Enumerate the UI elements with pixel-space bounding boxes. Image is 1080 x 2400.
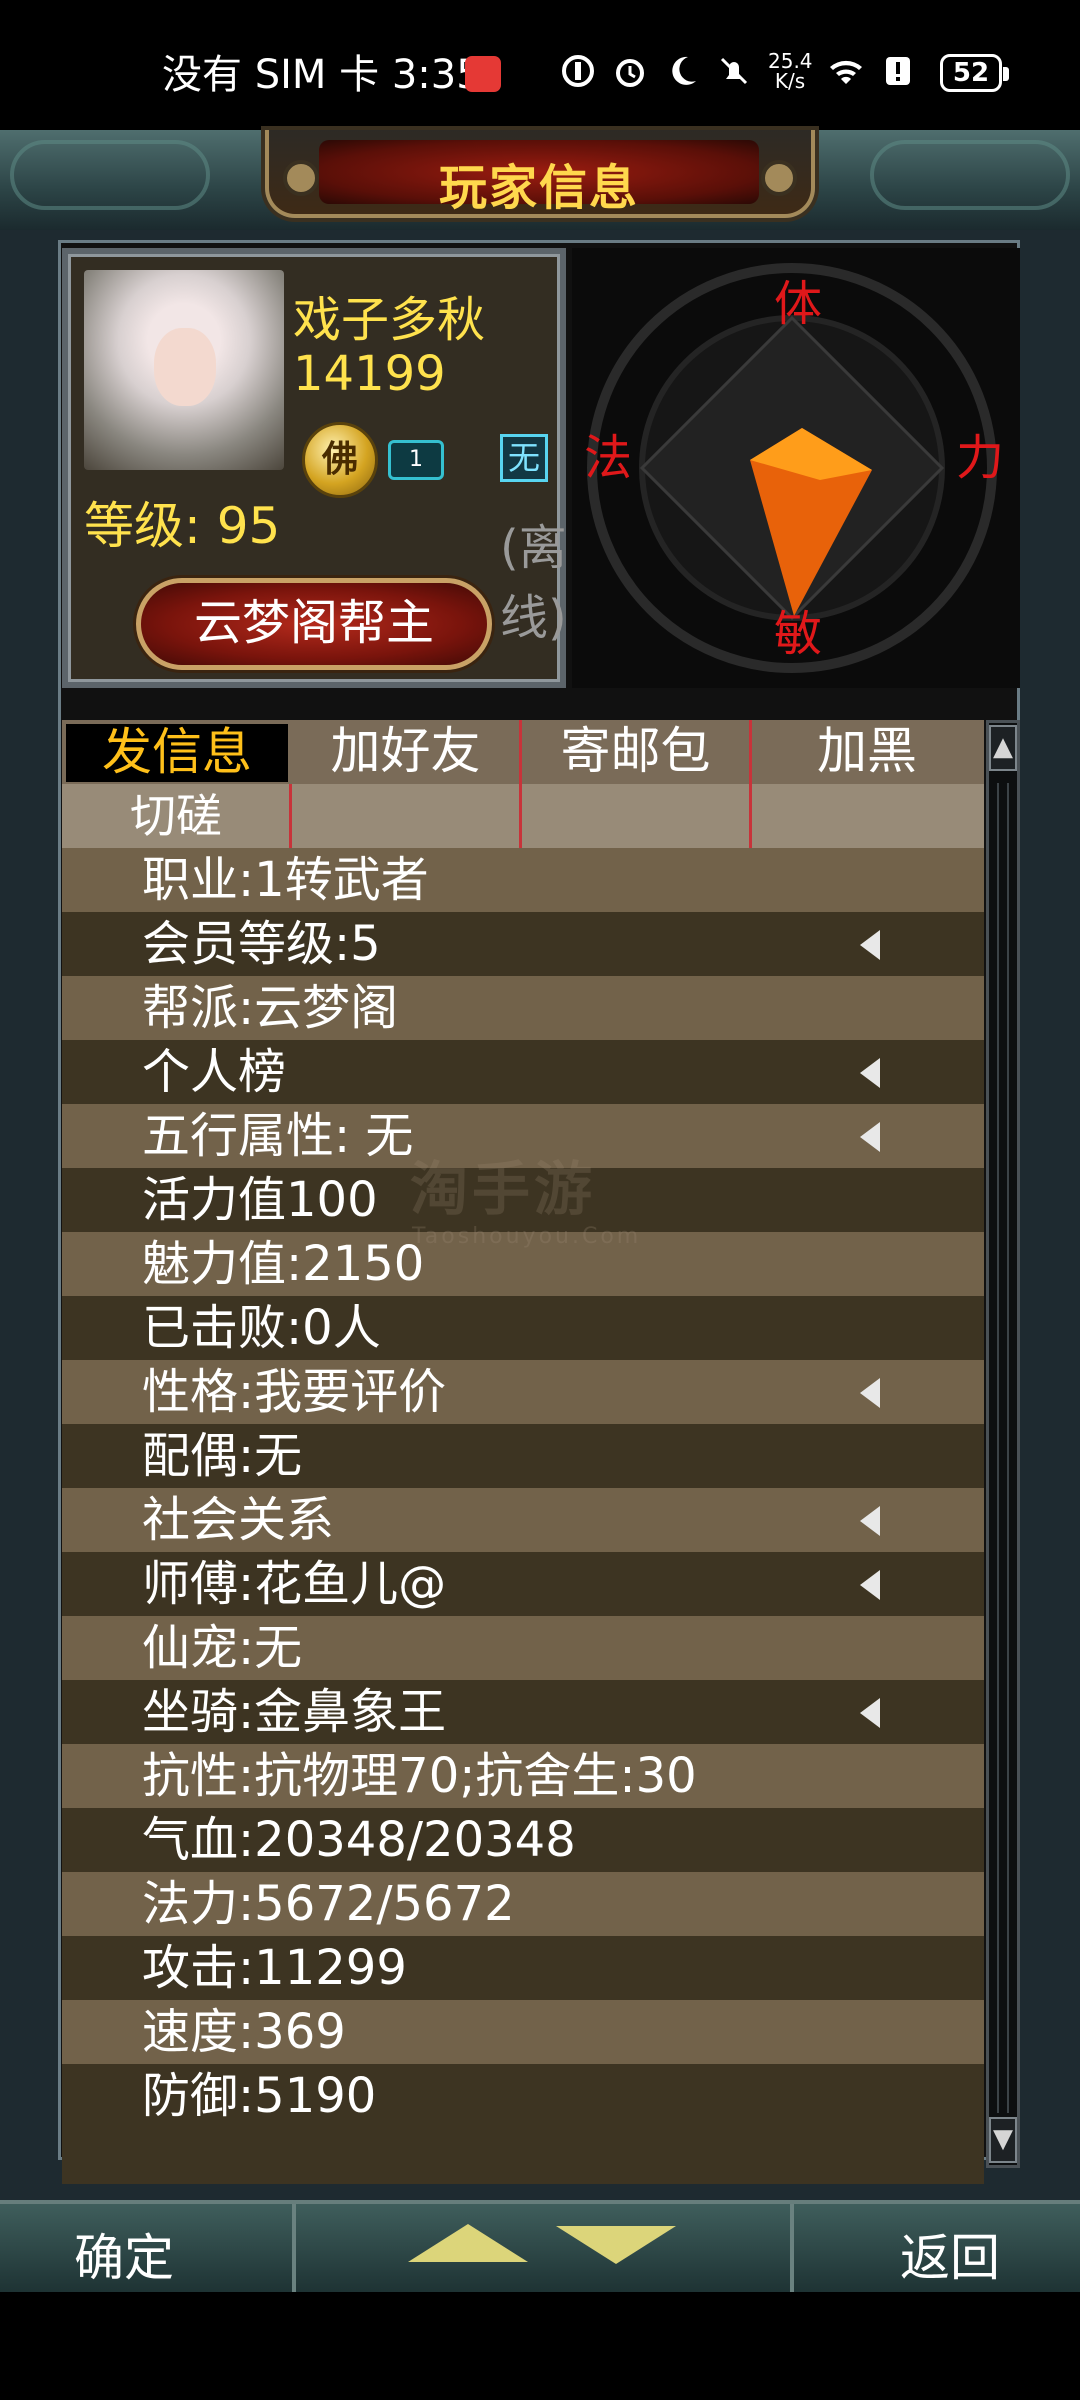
wifi-icon (830, 60, 862, 84)
info-row-ranking[interactable]: 个人榜 (62, 1040, 984, 1104)
bottom-bar: 确定 返回 (0, 2200, 1080, 2292)
cloud-ornament-icon (10, 140, 210, 210)
page-title: 玩家信息 (438, 160, 639, 216)
guild-title-label: 云梦阁帮主 (193, 595, 434, 651)
attribute-chart: 体 法 力 敏 (572, 248, 1020, 688)
info-row-pet: 仙宠:无 (62, 1616, 984, 1680)
carrier-text: 没有 SIM 卡 3:35 (162, 52, 482, 98)
scroll-track[interactable] (997, 783, 1009, 2113)
triangle-up-icon[interactable] (408, 2224, 528, 2262)
info-row-spouse: 配偶:无 (62, 1424, 984, 1488)
back-button[interactable]: 返回 (900, 2218, 1000, 2290)
info-row-mana: 法力:5672/5672 (62, 1872, 984, 1936)
info-row-profession: 职业:1转武者 (62, 848, 984, 912)
info-row-master[interactable]: 师傅:花鱼儿@ (62, 1552, 984, 1616)
mute-icon (720, 57, 748, 85)
player-name: 戏子多秋 (293, 292, 486, 348)
player-id: 14199 (293, 346, 446, 402)
triangle-down-icon[interactable] (556, 2226, 676, 2264)
info-row-defense: 防御:5190 (62, 2064, 984, 2184)
avatar[interactable] (84, 270, 284, 470)
status-bar: 没有 SIM 卡 3:35 25.4 K/s 52 (0, 0, 1080, 130)
info-row-attack: 攻击:11299 (62, 1936, 984, 2000)
info-row-guild: 帮派:云梦阁 (62, 976, 984, 1040)
guild-title-button[interactable]: 云梦阁帮主 (136, 578, 492, 670)
alert-icon (886, 57, 910, 85)
action-tabs: 发信息 加好友 寄邮包 加黑 切磋 (62, 720, 984, 848)
watermark-sub: Taoshouyou.Com (412, 1224, 642, 1249)
blacklist-button[interactable]: 加黑 (752, 720, 982, 784)
battery-indicator: 52 (940, 54, 1009, 92)
info-row-mount[interactable]: 坐骑:金鼻象王 (62, 1680, 984, 1744)
header-band: 玩家信息 (0, 130, 1080, 230)
left-triangle-icon[interactable] (860, 930, 880, 960)
send-parcel-button[interactable]: 寄邮包 (522, 720, 752, 784)
title-plate: 玩家信息 (265, 130, 815, 218)
watermark: 淘手游 (410, 1155, 597, 1223)
profile-card: 戏子多秋 14199 佛 1 无 等级: 95 (离线) 云梦阁帮主 (62, 248, 567, 688)
faith-badge-icon: 佛 (302, 422, 378, 498)
left-triangle-icon[interactable] (860, 1698, 880, 1728)
info-row-hp: 气血:20348/20348 (62, 1808, 984, 1872)
left-triangle-icon[interactable] (860, 1122, 880, 1152)
attr-label-magic: 法 (584, 430, 633, 486)
info-row-speed: 速度:369 (62, 2000, 984, 2064)
empty-tab-slot (292, 784, 522, 848)
info-row-resistance: 抗性:抗物理70;抗舍生:30 (62, 1744, 984, 1808)
info-row-personality[interactable]: 性格:我要评价 (62, 1360, 984, 1424)
alarm-icon (616, 59, 644, 87)
info-row-vip-level[interactable]: 会员等级:5 (62, 912, 984, 976)
send-message-button[interactable]: 发信息 (66, 724, 288, 782)
info-row-social[interactable]: 社会关系 (62, 1488, 984, 1552)
info-row-defeated: 已击败:0人 (62, 1296, 984, 1360)
left-triangle-icon[interactable] (860, 1570, 880, 1600)
spar-button[interactable]: 切磋 (62, 784, 292, 848)
attr-label-agility: 敏 (774, 606, 823, 662)
element-badge-icon: 无 (500, 434, 548, 482)
player-info-list: 职业:1转武者 会员等级:5 帮派:云梦阁 个人榜 五行属性: 无 活力值100… (62, 848, 984, 2282)
cloud-ornament-icon (870, 140, 1070, 210)
nav-bar-area (0, 2292, 1080, 2400)
ornament-icon (283, 160, 319, 196)
moon-icon (672, 56, 696, 85)
online-status: (离线) (500, 520, 567, 646)
ornament-icon (761, 160, 797, 196)
left-triangle-icon[interactable] (860, 1378, 880, 1408)
scrollbar[interactable]: ▲ ▼ (986, 720, 1020, 2168)
add-friend-button[interactable]: 加好友 (292, 720, 522, 784)
left-triangle-icon[interactable] (860, 1506, 880, 1536)
attr-label-strength: 力 (956, 430, 1005, 486)
up-arrow-icon[interactable]: ▲ (989, 725, 1017, 771)
confirm-button[interactable]: 确定 (74, 2218, 174, 2290)
left-triangle-icon[interactable] (860, 1058, 880, 1088)
vip-badge-icon: 1 (388, 440, 444, 480)
huawei-notification-icon (465, 56, 501, 92)
player-level: 等级: 95 (84, 497, 281, 555)
down-arrow-icon[interactable]: ▼ (989, 2117, 1017, 2163)
empty-tab-slot (752, 784, 982, 848)
status-icons: 25.4 K/s (560, 46, 916, 96)
empty-tab-slot (522, 784, 752, 848)
attr-label-physique: 体 (774, 276, 823, 332)
nfc-icon (562, 55, 594, 87)
net-speed: 25.4 K/s (768, 49, 813, 93)
